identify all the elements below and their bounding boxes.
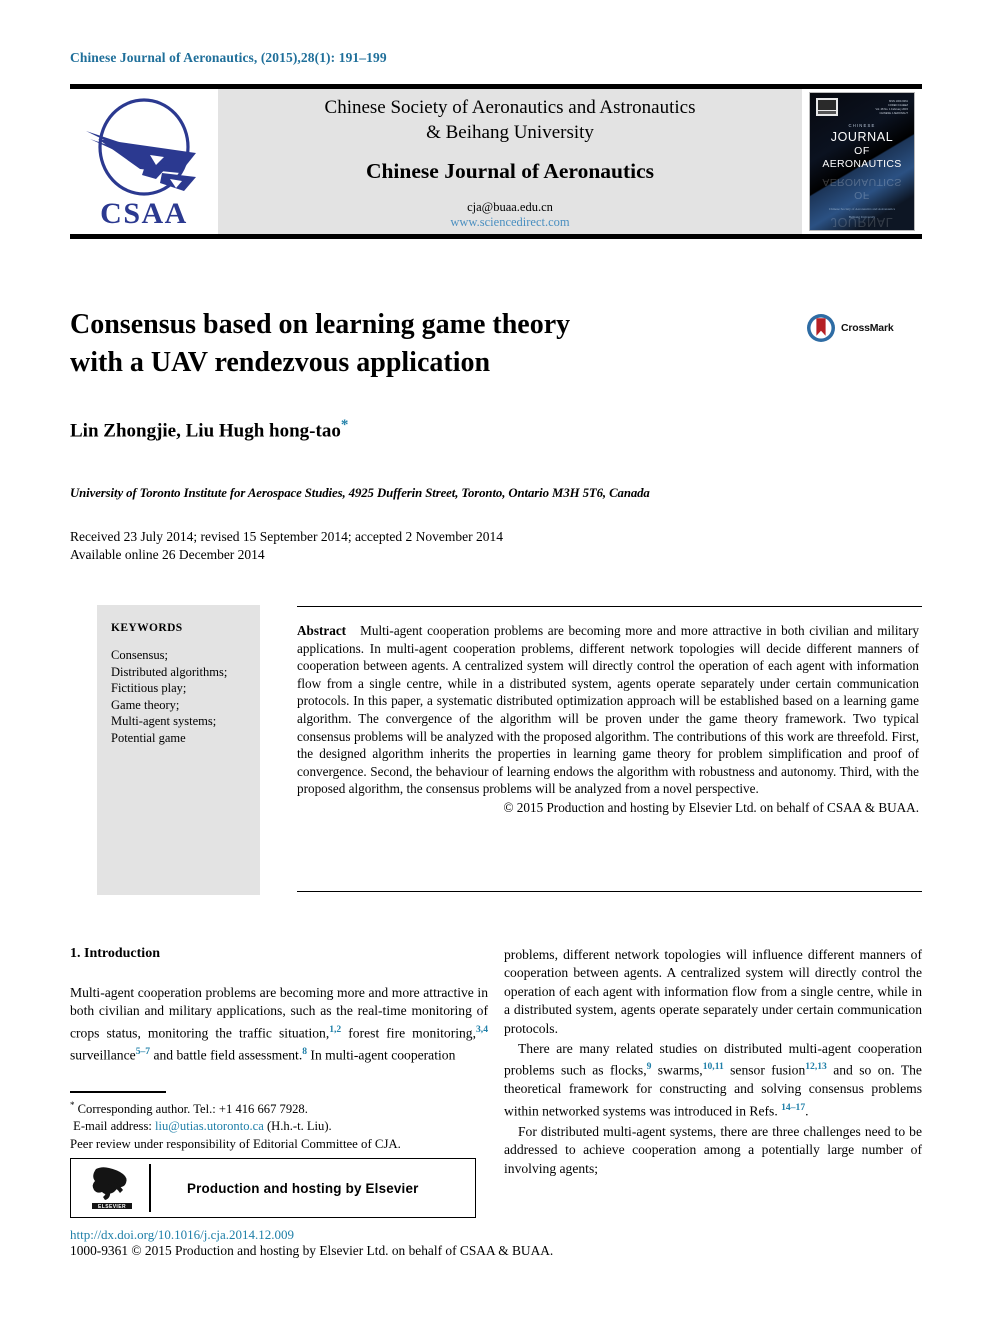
society-line-2: & Beihang University [426, 122, 594, 143]
body-column-right: problems, different network topologies w… [504, 946, 922, 1180]
journal-cover-thumbnail: ISSN 1000-9361 CODEN CJAEEZ Vol. 28 No. … [809, 92, 915, 231]
csaa-logo-icon: CSAA [86, 97, 196, 229]
citation-ref[interactable]: 1,2 [329, 1024, 341, 1035]
abstract-text: Multi-agent cooperation problems are bec… [297, 623, 919, 797]
intro-text-e: In multi-agent cooperation [307, 1047, 456, 1063]
svg-text:Beihang University: Beihang University [849, 215, 876, 219]
crossmark-icon [807, 314, 835, 342]
title-line-1: Consensus based on learning game theory [70, 309, 571, 340]
journal-name: Chinese Journal of Aeronautics [365, 159, 655, 183]
journal-email: cja@buaa.edu.cn [467, 200, 553, 214]
abstract: Abstract Multi-agent cooperation problem… [297, 622, 919, 817]
peer-review-note: Peer review under responsibility of Edit… [70, 1137, 401, 1152]
masthead-center: Chinese Society of Aeronautics and Astro… [218, 89, 802, 234]
intro-text-c: surveillance [70, 1047, 136, 1063]
intro-paragraph-1: Multi-agent cooperation problems are bec… [70, 984, 488, 1065]
society-line-1: Chinese Society of Aeronautics and Astro… [324, 97, 696, 118]
svg-text:CHINESE: CHINESE [848, 123, 875, 128]
corresponding-author-note: * Corresponding author. Tel.: +1 416 667… [70, 1097, 490, 1118]
running-head-pages: 28(1): 191–199 [300, 50, 387, 65]
page-title: Consensus based on learning game theory … [70, 306, 770, 382]
svg-text:ISSN 1000-9361: ISSN 1000-9361 [889, 99, 909, 103]
masthead-rule-bottom [70, 234, 922, 239]
author-list: Lin Zhongjie, Liu Hugh hong-tao* [70, 417, 348, 442]
masthead-contact: cja@buaa.edu.cn www.sciencedirect.com [450, 200, 569, 230]
journal-url[interactable]: www.sciencedirect.com [450, 215, 569, 230]
keyword-item: Fictitious play; [111, 681, 187, 696]
right-text-c: sensor fusion [723, 1062, 806, 1078]
elsevier-box-divider [149, 1164, 151, 1212]
abstract-copyright: © 2015 Production and hosting by Elsevie… [503, 799, 919, 815]
citation-ref[interactable]: 5–7 [136, 1046, 150, 1057]
keywords-list: Consensus; Distributed algorithms; Ficti… [111, 647, 260, 747]
citation-ref[interactable]: 10,11 [703, 1061, 724, 1072]
svg-text:AERONAUTICS: AERONAUTICS [822, 176, 901, 188]
email-note: E-mail address: liu@utias.utoronto.ca (H… [70, 1118, 490, 1135]
svg-text:AERONAUTICS: AERONAUTICS [822, 158, 901, 170]
right-text-b: swarms, [651, 1062, 703, 1078]
keyword-item: Potential game [111, 730, 186, 745]
crossmark-label: CrossMark [841, 322, 894, 334]
abstract-rule-top [297, 606, 922, 607]
affiliation: University of Toronto Institute for Aero… [70, 486, 650, 500]
abstract-label: Abstract [297, 623, 347, 638]
svg-text:OF: OF [854, 189, 870, 201]
article-page: Chinese Journal of Aeronautics, (2015),2… [0, 0, 992, 1323]
email-label: E-mail address: [73, 1118, 155, 1133]
footnote-divider [70, 1091, 166, 1093]
right-text-e: . [805, 1103, 809, 1119]
right-paragraph-1: problems, different network topologies w… [504, 947, 922, 1036]
keyword-item: Multi-agent systems; [111, 714, 217, 729]
svg-text:CODEN CJAEEZ: CODEN CJAEEZ [888, 103, 908, 107]
email-suffix: (H.h.-t. Liu). [263, 1118, 332, 1133]
article-dates: Received 23 July 2014; revised 15 Septem… [70, 528, 503, 564]
intro-text-b: forest fire monitoring, [341, 1025, 476, 1041]
crossmark-badge[interactable]: CrossMark [806, 313, 894, 343]
keywords-box: KEYWORDS Consensus; Distributed algorith… [97, 605, 260, 895]
doi-link[interactable]: http://dx.doi.org/10.1016/j.cja.2014.12.… [70, 1227, 294, 1243]
svg-text:CHINESE J AERONAUT: CHINESE J AERONAUT [879, 111, 908, 115]
elsevier-production-box: ELSEVIER Production and hosting by Elsev… [70, 1158, 476, 1218]
csaa-logo-cell: CSAA [70, 89, 218, 234]
journal-cover-art: ISSN 1000-9361 CODEN CJAEEZ Vol. 28 No. … [810, 93, 914, 230]
keyword-item: Distributed algorithms; [111, 664, 228, 679]
citation-ref[interactable]: 12,13 [805, 1061, 827, 1072]
right-paragraph-2: There are many related studies on distri… [504, 1040, 922, 1121]
author-names: Lin Zhongjie, Liu Hugh hong-tao [70, 420, 341, 442]
intro-text-d: and battle field assessment. [150, 1047, 303, 1063]
svg-text:Chinese Society of Aeronautics: Chinese Society of Aeronautics and Astro… [829, 207, 896, 211]
running-head: Chinese Journal of Aeronautics, (2015),2… [70, 50, 387, 66]
title-line-2: with a UAV rendezvous application [70, 347, 491, 378]
svg-text:OF: OF [854, 145, 870, 157]
svg-text:ELSEVIER: ELSEVIER [98, 1204, 126, 1210]
available-online-line: Available online 26 December 2014 [70, 547, 265, 562]
issn-copyright-line: 1000-9361 © 2015 Production and hosting … [70, 1243, 554, 1258]
elsevier-production-text: Production and hosting by Elsevier [187, 1180, 419, 1196]
svg-text:JOURNAL: JOURNAL [831, 130, 894, 144]
masthead-body: CSAA Chinese Society of Aeronautics and … [70, 89, 922, 234]
svg-text:CSAA: CSAA [100, 197, 188, 229]
email-link[interactable]: liu@utias.utoronto.ca [155, 1119, 264, 1133]
abstract-rule-bottom [297, 891, 922, 892]
running-head-journal: Chinese Journal of Aeronautics, (2015), [70, 50, 301, 65]
citation-ref[interactable]: 14–17 [781, 1102, 805, 1113]
masthead: CSAA Chinese Society of Aeronautics and … [70, 84, 922, 239]
received-line: Received 23 July 2014; revised 15 Septem… [70, 529, 504, 544]
footnotes: * Corresponding author. Tel.: +1 416 667… [70, 1097, 490, 1153]
corresponding-author-marker: * [340, 417, 349, 433]
citation-ref[interactable]: 3,4 [476, 1024, 488, 1035]
elsevier-tree-icon: ELSEVIER [92, 1167, 132, 1210]
section-heading-introduction: 1. Introduction [70, 946, 160, 961]
svg-text:Vol. 28 No. 1 February 2015: Vol. 28 No. 1 February 2015 [876, 107, 909, 111]
corresponding-author-text: Corresponding author. Tel.: +1 416 667 7… [74, 1102, 308, 1117]
body-column-left: 1. Introduction Multi-agent cooperation … [70, 946, 488, 1067]
keywords-heading: KEYWORDS [111, 622, 183, 634]
keyword-item: Consensus; [111, 648, 168, 662]
elsevier-logo-cell: ELSEVIER [71, 1165, 145, 1211]
keyword-item: Game theory; [111, 697, 180, 712]
journal-cover-cell: ISSN 1000-9361 CODEN CJAEEZ Vol. 28 No. … [802, 89, 922, 234]
right-paragraph-3: For distributed multi-agent systems, the… [504, 1123, 922, 1176]
